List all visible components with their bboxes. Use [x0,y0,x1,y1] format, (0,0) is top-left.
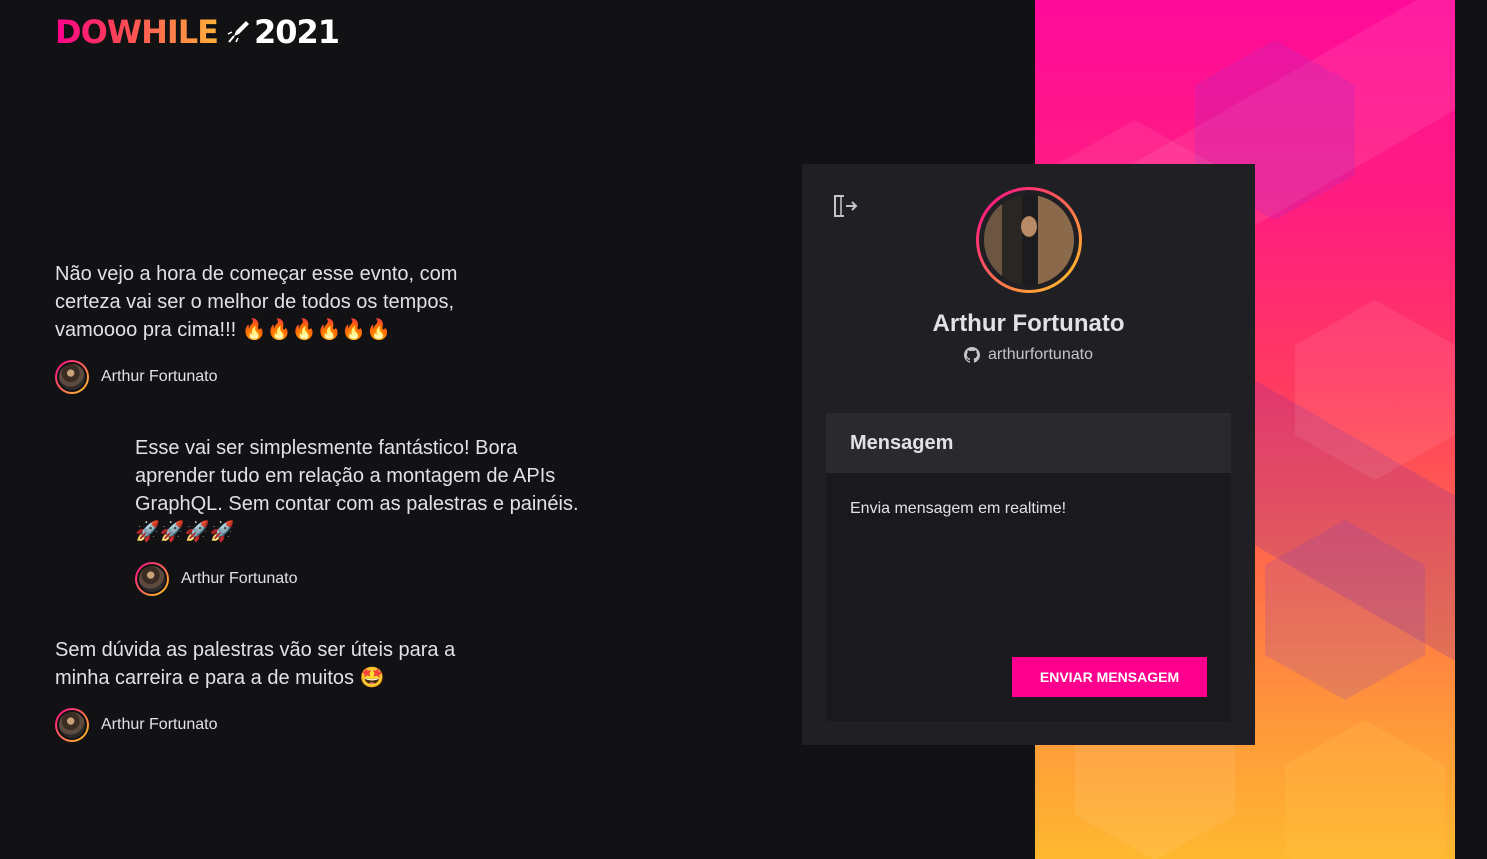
app-root: DOWHILE 2021 Não vejo a hora de começar … [0,0,1487,859]
sign-out-icon[interactable] [830,192,858,220]
message-item: Não vejo a hora de começar esse evnto, c… [55,260,485,394]
github-username: arthurfortunato [802,346,1255,364]
github-icon [964,347,981,363]
message-author: Arthur Fortunato [55,708,485,742]
message-author: Arthur Fortunato [55,360,485,394]
user-avatar [976,187,1082,293]
author-name: Arthur Fortunato [101,368,218,385]
dowhile-logo: DOWHILE 2021 [55,13,340,51]
avatar [135,562,169,596]
user-name: Arthur Fortunato [932,310,1125,337]
logo-word: DOWHILE [55,13,219,51]
message-item: Sem dúvida as palestras vão ser úteis pa… [55,636,485,742]
author-name: Arthur Fortunato [181,570,298,587]
message-text: Sem dúvida as palestras vão ser úteis pa… [55,639,456,689]
avatar [55,708,89,742]
rocket-icon [227,21,249,43]
send-message-card: Arthur Fortunato arthurfortunato Mensage… [802,164,1255,745]
github-username-text: arthurfortunato [988,346,1093,363]
avatar [55,360,89,394]
message-textarea[interactable]: Envia mensagem em realtime! [826,473,1231,623]
message-item: Esse vai ser simplesmente fantástico! Bo… [135,434,580,596]
message-form: Mensagem Envia mensagem em realtime! ENV… [826,413,1231,721]
message-text: Esse vai ser simplesmente fantástico! Bo… [135,437,579,543]
send-message-button[interactable]: ENVIAR MENSAGEM [1012,657,1207,697]
logo-year: 2021 [254,13,340,51]
message-text: Não vejo a hora de começar esse evnto, c… [55,263,458,341]
form-title: Mensagem [826,413,1231,473]
message-author: Arthur Fortunato [135,562,580,596]
author-name: Arthur Fortunato [101,716,218,733]
